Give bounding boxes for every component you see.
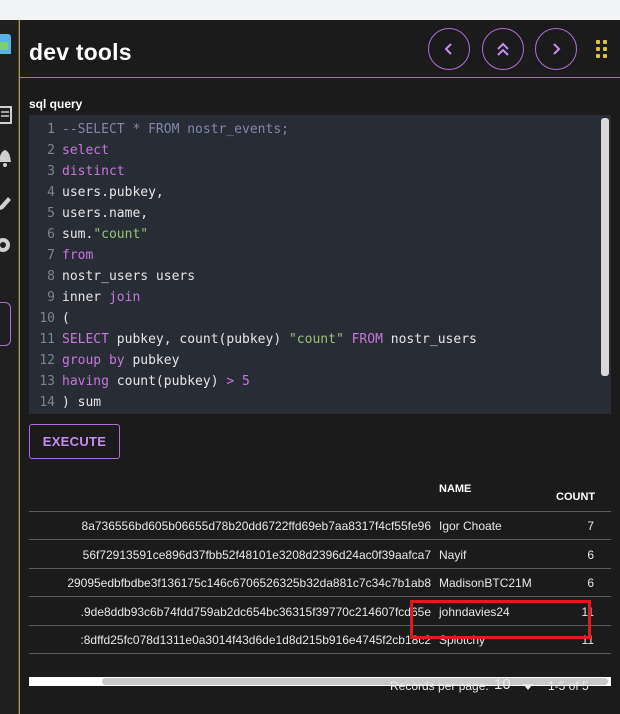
line-number: 5: [47, 206, 55, 221]
code-token: join: [108, 290, 141, 305]
line-number: 4: [47, 185, 55, 200]
code-token: (: [62, 311, 70, 326]
table-row[interactable]: 29095edbfbdbe3f136175c146c6706526325b32d…: [29, 569, 611, 597]
code-line[interactable]: 12 group by pubkey: [29, 350, 599, 371]
name-cell: Nayif: [439, 547, 467, 562]
code-token: sum.: [62, 227, 94, 242]
code-token: pubkey: [124, 353, 180, 368]
dropdown-caret-icon[interactable]: [523, 684, 533, 690]
code-line[interactable]: 5 users.name,: [29, 203, 599, 224]
highlight-box: [410, 600, 591, 639]
sql-query-label: sql query: [29, 97, 83, 111]
line-number: 6: [47, 227, 55, 242]
line-number: 3: [47, 164, 55, 179]
code-line[interactable]: 6 sum."count": [29, 224, 599, 245]
bell-icon[interactable]: [0, 149, 12, 169]
code-token: select: [62, 143, 109, 158]
pubkey-cell: 56f72913591ce896d37fbb52f48101e3208d2396…: [82, 547, 431, 562]
execute-button[interactable]: EXECUTE: [29, 424, 120, 459]
count-cell: 6: [587, 547, 594, 562]
prev-button[interactable]: [428, 28, 470, 70]
edit-icon[interactable]: [0, 194, 12, 214]
pubkey-cell: 8a736556bd605b06655d78b20dd6722ffd69eb7a…: [81, 519, 431, 533]
code-line[interactable]: 1 --SELECT * FROM nostr_events;: [29, 119, 599, 140]
line-number: 8: [47, 269, 55, 284]
line-number: 11: [39, 332, 55, 347]
code-token: "count": [93, 227, 149, 242]
sql-editor[interactable]: 1 --SELECT * FROM nostr_events; 2 select 3 di…: [29, 115, 611, 414]
code-line[interactable]: 7 from: [29, 245, 599, 266]
page-title: dev tools: [29, 39, 132, 65]
code-token: SELECT: [62, 332, 109, 347]
count-cell: 7: [587, 519, 594, 533]
rows-per-page-select[interactable]: 10: [494, 676, 511, 693]
code-token: from: [62, 248, 94, 263]
header-divider: [20, 77, 620, 78]
table-row[interactable]: 8a736556bd605b06655d78b20dd6722ffd69eb7a…: [29, 512, 611, 540]
double-chevron-up-icon: [497, 42, 509, 56]
code-line[interactable]: 2 select: [29, 140, 599, 161]
code-token: --SELECT * FROM nostr_events;: [62, 122, 289, 137]
code-line[interactable]: 4 users.pubkey,: [29, 182, 599, 203]
code-token: FROM: [343, 332, 383, 347]
rows-per-page-label: Records per page:: [390, 679, 489, 693]
code-token: "count": [288, 332, 344, 347]
name-cell: MadisonBTC21M: [439, 576, 532, 590]
code-token: users.name,: [62, 206, 149, 221]
code-token: 5: [234, 374, 250, 389]
code-token: count(pubkey): [108, 374, 227, 389]
code-line[interactable]: 11 SELECT pubkey, count(pubkey) "count" F…: [29, 329, 599, 350]
name-cell: Igor Choate: [439, 519, 502, 533]
column-header-name[interactable]: NAME: [439, 483, 471, 495]
pagination-range: 1-5 of 5: [548, 679, 589, 693]
line-number: 10: [39, 311, 55, 326]
table-row[interactable]: 56f72913591ce896d37fbb52f48101e3208d2396…: [29, 541, 611, 569]
pubkey-cell: 29095edbfbdbe3f136175c146c6706526325b32d…: [67, 576, 431, 590]
code-token: users.pubkey,: [62, 185, 164, 200]
code-line[interactable]: 8 nostr_users users: [29, 266, 599, 287]
line-number: 9: [47, 290, 55, 305]
pubkey-cell: .9de8ddb93c6b74fdd759ab2dc654bc36315f397…: [80, 604, 431, 619]
code-token: pubkey, count(pubkey): [108, 332, 289, 347]
pubkey-cell: :8dffd25fc078d1311e0a3014f43d6de1d8d215b…: [80, 633, 431, 647]
browser-top-strip: [0, 0, 620, 20]
editor-scrollbar[interactable]: [601, 118, 609, 376]
count-cell: 6: [587, 576, 594, 590]
line-number: 13: [39, 374, 55, 389]
code-token: group by: [62, 353, 125, 368]
code-token: having: [62, 374, 109, 389]
scroll-top-button[interactable]: [482, 28, 524, 70]
code-line[interactable]: 9 inner join: [29, 287, 599, 308]
gear-icon[interactable]: [0, 236, 12, 256]
document-icon[interactable]: [0, 106, 12, 126]
grip-dots-icon[interactable]: [596, 40, 608, 58]
code-token: inner: [62, 290, 109, 305]
chevron-left-icon: [444, 43, 452, 55]
code-line[interactable]: 13 having count(pubkey) > 5: [29, 371, 599, 392]
code-token: nostr_users users: [62, 269, 196, 284]
code-token: ) sum: [62, 395, 102, 410]
active-sidebar-item[interactable]: [0, 302, 11, 346]
line-number: 7: [47, 248, 55, 263]
line-number: 1: [47, 122, 55, 137]
code-token: distinct: [62, 164, 125, 179]
app-icon[interactable]: [0, 34, 12, 54]
table-scroll-area: NAME COUNT 8a736556bd605b06655d78b20dd67…: [29, 475, 611, 695]
chevron-right-icon: [553, 43, 561, 55]
code-line[interactable]: 3 distinct: [29, 161, 599, 182]
line-number: 2: [47, 143, 55, 158]
code-line[interactable]: 14 ) sum: [29, 392, 599, 413]
next-button[interactable]: [535, 28, 577, 70]
line-number: 12: [39, 353, 55, 368]
sidebar: [0, 20, 19, 714]
code-token: nostr_users: [382, 332, 477, 347]
code-line[interactable]: 10 (: [29, 308, 599, 329]
line-number: 14: [39, 395, 55, 410]
column-header-count[interactable]: COUNT: [556, 491, 595, 503]
